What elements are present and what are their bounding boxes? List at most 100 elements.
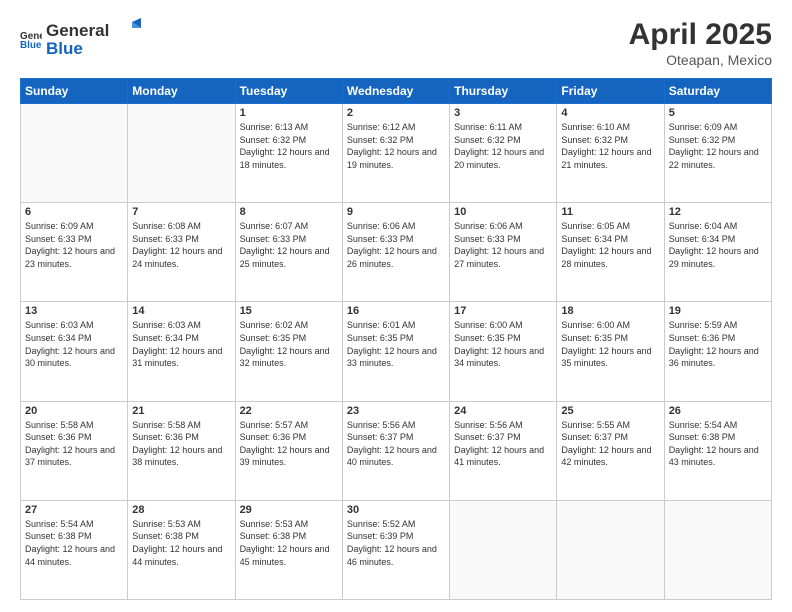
day-number: 20	[25, 405, 123, 417]
calendar-cell: 25 Sunrise: 5:55 AM Sunset: 6:37 PM Dayli…	[557, 401, 664, 500]
day-number: 18	[561, 305, 659, 317]
day-info: Sunrise: 5:52 AM Sunset: 6:39 PM Dayligh…	[347, 518, 445, 568]
svg-text:General: General	[46, 21, 109, 40]
day-number: 4	[561, 107, 659, 119]
calendar-title: April 2025	[629, 18, 772, 52]
calendar-cell: 8Sunrise: 6:07 AM Sunset: 6:33 PM Daylig…	[235, 203, 342, 302]
day-number: 17	[454, 305, 552, 317]
day-info: Sunrise: 6:03 AM Sunset: 6:34 PM Dayligh…	[25, 319, 123, 369]
day-info: Sunrise: 6:06 AM Sunset: 6:33 PM Dayligh…	[454, 220, 552, 270]
day-info: Sunrise: 6:13 AM Sunset: 6:32 PM Dayligh…	[240, 121, 338, 171]
page: General Blue General Blue April 2025 Ote…	[0, 0, 792, 612]
col-saturday: Saturday	[664, 79, 771, 104]
day-info: Sunrise: 6:04 AM Sunset: 6:34 PM Dayligh…	[669, 220, 767, 270]
day-info: Sunrise: 6:09 AM Sunset: 6:32 PM Dayligh…	[669, 121, 767, 171]
day-info: Sunrise: 6:02 AM Sunset: 6:35 PM Dayligh…	[240, 319, 338, 369]
day-info: Sunrise: 6:11 AM Sunset: 6:32 PM Dayligh…	[454, 121, 552, 171]
week-row-0: 1Sunrise: 6:13 AM Sunset: 6:32 PM Daylig…	[21, 104, 772, 203]
day-number: 22	[240, 405, 338, 417]
logo-svg: General Blue	[46, 18, 141, 60]
logo: General Blue General Blue	[20, 18, 141, 60]
day-number: 26	[669, 405, 767, 417]
svg-text:Blue: Blue	[46, 39, 83, 58]
day-info: Sunrise: 6:07 AM Sunset: 6:33 PM Dayligh…	[240, 220, 338, 270]
day-info: Sunrise: 6:05 AM Sunset: 6:34 PM Dayligh…	[561, 220, 659, 270]
day-info: Sunrise: 6:08 AM Sunset: 6:33 PM Dayligh…	[132, 220, 230, 270]
day-number: 6	[25, 206, 123, 218]
calendar-cell: 28 Sunrise: 5:53 AM Sunset: 6:38 PM Dayli…	[128, 500, 235, 599]
day-number: 16	[347, 305, 445, 317]
calendar-cell: 6 Sunrise: 6:09 AM Sunset: 6:33 PM Daylig…	[21, 203, 128, 302]
day-info: Sunrise: 6:03 AM Sunset: 6:34 PM Dayligh…	[132, 319, 230, 369]
day-info: Sunrise: 5:59 AM Sunset: 6:36 PM Dayligh…	[669, 319, 767, 369]
calendar-cell: 4 Sunrise: 6:10 AM Sunset: 6:32 PM Daylig…	[557, 104, 664, 203]
calendar-cell: 22 Sunrise: 5:57 AM Sunset: 6:36 PM Dayli…	[235, 401, 342, 500]
calendar-header-row: Sunday Monday Tuesday Wednesday Thursday…	[21, 79, 772, 104]
day-info: Sunrise: 6:00 AM Sunset: 6:35 PM Dayligh…	[561, 319, 659, 369]
col-friday: Friday	[557, 79, 664, 104]
day-number: 9	[347, 206, 445, 218]
calendar-cell	[557, 500, 664, 599]
calendar-cell: 2Sunrise: 6:12 AM Sunset: 6:32 PM Daylig…	[342, 104, 449, 203]
calendar-cell: 23 Sunrise: 5:56 AM Sunset: 6:37 PM Dayli…	[342, 401, 449, 500]
calendar-cell: 12 Sunrise: 6:04 AM Sunset: 6:34 PM Dayli…	[664, 203, 771, 302]
day-number: 27	[25, 504, 123, 516]
day-number: 25	[561, 405, 659, 417]
day-info: Sunrise: 5:58 AM Sunset: 6:36 PM Dayligh…	[25, 419, 123, 469]
day-info: Sunrise: 5:53 AM Sunset: 6:38 PM Dayligh…	[132, 518, 230, 568]
calendar-cell: 24Sunrise: 5:56 AM Sunset: 6:37 PM Dayli…	[450, 401, 557, 500]
day-number: 14	[132, 305, 230, 317]
day-number: 11	[561, 206, 659, 218]
day-info: Sunrise: 6:00 AM Sunset: 6:35 PM Dayligh…	[454, 319, 552, 369]
calendar-cell: 3 Sunrise: 6:11 AM Sunset: 6:32 PM Daylig…	[450, 104, 557, 203]
day-info: Sunrise: 5:55 AM Sunset: 6:37 PM Dayligh…	[561, 419, 659, 469]
day-number: 30	[347, 504, 445, 516]
day-info: Sunrise: 5:57 AM Sunset: 6:36 PM Dayligh…	[240, 419, 338, 469]
calendar-cell	[128, 104, 235, 203]
calendar-cell: 20 Sunrise: 5:58 AM Sunset: 6:36 PM Dayli…	[21, 401, 128, 500]
week-row-4: 27 Sunrise: 5:54 AM Sunset: 6:38 PM Dayli…	[21, 500, 772, 599]
day-info: Sunrise: 6:10 AM Sunset: 6:32 PM Dayligh…	[561, 121, 659, 171]
day-number: 2	[347, 107, 445, 119]
calendar-cell: 21 Sunrise: 5:58 AM Sunset: 6:36 PM Dayli…	[128, 401, 235, 500]
col-thursday: Thursday	[450, 79, 557, 104]
day-number: 3	[454, 107, 552, 119]
calendar-cell: 19 Sunrise: 5:59 AM Sunset: 6:36 PM Dayli…	[664, 302, 771, 401]
calendar-cell: 17 Sunrise: 6:00 AM Sunset: 6:35 PM Dayli…	[450, 302, 557, 401]
day-info: Sunrise: 5:58 AM Sunset: 6:36 PM Dayligh…	[132, 419, 230, 469]
week-row-2: 13Sunrise: 6:03 AM Sunset: 6:34 PM Dayli…	[21, 302, 772, 401]
calendar-cell: 27 Sunrise: 5:54 AM Sunset: 6:38 PM Dayli…	[21, 500, 128, 599]
day-info: Sunrise: 5:53 AM Sunset: 6:38 PM Dayligh…	[240, 518, 338, 568]
day-number: 29	[240, 504, 338, 516]
calendar-cell: 7 Sunrise: 6:08 AM Sunset: 6:33 PM Daylig…	[128, 203, 235, 302]
day-info: Sunrise: 6:09 AM Sunset: 6:33 PM Dayligh…	[25, 220, 123, 270]
day-number: 15	[240, 305, 338, 317]
day-number: 10	[454, 206, 552, 218]
svg-text:Blue: Blue	[20, 40, 42, 50]
calendar-cell	[450, 500, 557, 599]
calendar-cell: 10 Sunrise: 6:06 AM Sunset: 6:33 PM Dayli…	[450, 203, 557, 302]
calendar-cell: 29 Sunrise: 5:53 AM Sunset: 6:38 PM Dayli…	[235, 500, 342, 599]
day-number: 7	[132, 206, 230, 218]
week-row-3: 20 Sunrise: 5:58 AM Sunset: 6:36 PM Dayli…	[21, 401, 772, 500]
calendar-cell: 13Sunrise: 6:03 AM Sunset: 6:34 PM Dayli…	[21, 302, 128, 401]
day-info: Sunrise: 5:56 AM Sunset: 6:37 PM Dayligh…	[347, 419, 445, 469]
title-section: April 2025 Oteapan, Mexico	[629, 18, 772, 68]
day-number: 21	[132, 405, 230, 417]
calendar-cell: 14 Sunrise: 6:03 AM Sunset: 6:34 PM Dayli…	[128, 302, 235, 401]
calendar-cell: 11 Sunrise: 6:05 AM Sunset: 6:34 PM Dayli…	[557, 203, 664, 302]
day-info: Sunrise: 6:06 AM Sunset: 6:33 PM Dayligh…	[347, 220, 445, 270]
day-number: 28	[132, 504, 230, 516]
day-number: 23	[347, 405, 445, 417]
calendar-cell: 15 Sunrise: 6:02 AM Sunset: 6:35 PM Dayli…	[235, 302, 342, 401]
day-info: Sunrise: 5:54 AM Sunset: 6:38 PM Dayligh…	[25, 518, 123, 568]
calendar-cell: 18 Sunrise: 6:00 AM Sunset: 6:35 PM Dayli…	[557, 302, 664, 401]
day-info: Sunrise: 5:54 AM Sunset: 6:38 PM Dayligh…	[669, 419, 767, 469]
calendar-location: Oteapan, Mexico	[629, 52, 772, 68]
day-number: 19	[669, 305, 767, 317]
calendar-cell: 16 Sunrise: 6:01 AM Sunset: 6:35 PM Dayli…	[342, 302, 449, 401]
day-number: 12	[669, 206, 767, 218]
day-info: Sunrise: 6:01 AM Sunset: 6:35 PM Dayligh…	[347, 319, 445, 369]
calendar-cell: 30 Sunrise: 5:52 AM Sunset: 6:39 PM Dayli…	[342, 500, 449, 599]
calendar-cell	[21, 104, 128, 203]
